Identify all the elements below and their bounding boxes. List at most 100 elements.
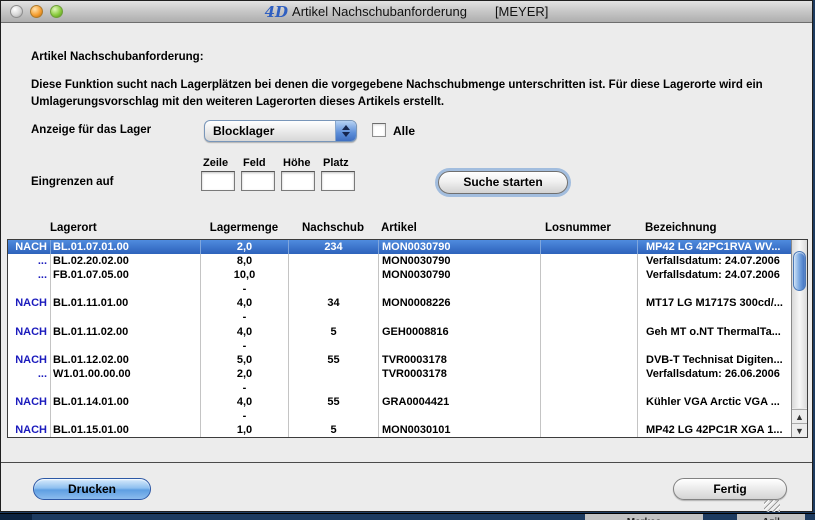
intro-description: Diese Funktion sucht nach Lagerplätzen b… bbox=[31, 77, 793, 112]
titlebar[interactable]: 4D Artikel Nachschubanforderung [MEYER] bbox=[1, 1, 812, 23]
hoehe-input[interactable] bbox=[281, 171, 315, 191]
cell-nachschub bbox=[289, 282, 379, 296]
cell-lagermenge: 4,0 bbox=[201, 296, 289, 310]
drucken-button[interactable]: Drucken bbox=[33, 478, 151, 500]
artikel-column-header: Artikel bbox=[378, 220, 540, 236]
cell-nachschub bbox=[289, 339, 379, 353]
table-body: NACHBL.01.07.01.002,0234MON0030790MP42 L… bbox=[8, 240, 791, 437]
table-row[interactable]: NACHBL.01.07.01.002,0234MON0030790MP42 L… bbox=[8, 240, 791, 254]
scroll-up-arrow-icon[interactable]: ▲ bbox=[792, 409, 807, 423]
fertig-button[interactable]: Fertig bbox=[673, 478, 787, 500]
background-window-block bbox=[0, 514, 32, 520]
table-row[interactable]: NACHBL.01.15.01.001,05MON0030101MP42 LG … bbox=[8, 423, 791, 437]
cell-lagermenge: - bbox=[201, 282, 289, 296]
cell-nachschub: 55 bbox=[289, 353, 379, 367]
window-title: Artikel Nachschubanforderung bbox=[292, 4, 467, 19]
table-row[interactable]: - bbox=[8, 310, 791, 324]
close-button[interactable] bbox=[10, 5, 23, 18]
suche-starten-button[interactable]: Suche starten bbox=[438, 171, 568, 194]
cell-lagerort: BL.01.07.01.00 bbox=[51, 240, 201, 254]
cell-lagerort: BL.01.15.01.00 bbox=[51, 423, 201, 437]
cell-bezeichnung bbox=[638, 409, 791, 423]
cell-artikel: MON0030101 bbox=[379, 423, 541, 437]
intro-heading: Artikel Nachschubanforderung: bbox=[31, 51, 204, 63]
lager-popup-button[interactable]: Blocklager bbox=[204, 120, 357, 142]
cell-bezeichnung: MP42 LG 42PC1R XGA 1... bbox=[638, 423, 791, 437]
platz-input[interactable] bbox=[321, 171, 355, 191]
cell-artikel: MON0008226 bbox=[379, 296, 541, 310]
table-row[interactable]: NACHBL.01.12.02.005,055TVR0003178DVB-T T… bbox=[8, 353, 791, 367]
table-row[interactable]: ...W1.01.00.00.002,0TVR0003178Verfallsda… bbox=[8, 367, 791, 381]
feld-input[interactable] bbox=[241, 171, 275, 191]
lager-popup-value: Blocklager bbox=[205, 121, 335, 141]
cell-losnummer bbox=[541, 367, 638, 381]
cell-lagermenge: 5,0 bbox=[201, 353, 289, 367]
cell-artikel: MON0030790 bbox=[379, 254, 541, 268]
cell-losnummer bbox=[541, 324, 638, 338]
cell-flag: ... bbox=[8, 367, 51, 381]
vertical-scrollbar[interactable]: ▲ ▼ bbox=[791, 240, 807, 437]
background-window-fragment: Markes bbox=[585, 514, 703, 520]
cell-flag: NACH bbox=[8, 324, 51, 338]
cell-lagermenge: - bbox=[201, 381, 289, 395]
table-row[interactable]: - bbox=[8, 282, 791, 296]
table-row[interactable]: NACHBL.01.14.01.004,055GRA0004421Kühler … bbox=[8, 395, 791, 409]
cell-artikel bbox=[379, 282, 541, 296]
cell-losnummer bbox=[541, 409, 638, 423]
minimize-button[interactable] bbox=[30, 5, 43, 18]
losnummer-column-header: Losnummer bbox=[540, 220, 637, 236]
cell-bezeichnung: MP42 LG 42PC1RVA WV... bbox=[638, 240, 791, 254]
table-header: Lagerort Lagermenge Nachschub Artikel Lo… bbox=[7, 220, 792, 236]
cell-lagermenge: 4,0 bbox=[201, 324, 289, 338]
eingrenzen-label: Eingrenzen auf bbox=[31, 176, 113, 188]
cell-flag bbox=[8, 381, 51, 395]
cell-flag bbox=[8, 282, 51, 296]
cell-flag: NACH bbox=[8, 423, 51, 437]
cell-nachschub: 234 bbox=[289, 240, 379, 254]
cell-flag: NACH bbox=[8, 353, 51, 367]
zoom-button[interactable] bbox=[50, 5, 63, 18]
cell-lagerort: FB.01.07.05.00 bbox=[51, 268, 201, 282]
cell-lagerort: BL.01.12.02.00 bbox=[51, 353, 201, 367]
table-row[interactable]: - bbox=[8, 409, 791, 423]
hoehe-label: Höhe bbox=[283, 157, 311, 169]
cell-bezeichnung bbox=[638, 310, 791, 324]
alle-checkbox[interactable] bbox=[372, 123, 386, 137]
cell-artikel: MON0030790 bbox=[379, 268, 541, 282]
scroll-down-arrow-icon[interactable]: ▼ bbox=[792, 423, 807, 437]
scrollbar-thumb[interactable] bbox=[793, 251, 806, 291]
cell-lagermenge: - bbox=[201, 409, 289, 423]
cell-lagermenge: - bbox=[201, 339, 289, 353]
table-row[interactable]: - bbox=[8, 381, 791, 395]
cell-bezeichnung: Verfallsdatum: 26.06.2006 bbox=[638, 367, 791, 381]
table-row[interactable]: ...FB.01.07.05.0010,0MON0030790Verfallsd… bbox=[8, 268, 791, 282]
cell-nachschub: 34 bbox=[289, 296, 379, 310]
lagermenge-column-header: Lagermenge bbox=[200, 220, 288, 236]
results-table: NACHBL.01.07.01.002,0234MON0030790MP42 L… bbox=[7, 239, 808, 438]
table-row[interactable]: NACHBL.01.11.02.004,05GEH0008816Geh MT o… bbox=[8, 324, 791, 338]
screen: 4D Artikel Nachschubanforderung [MEYER] … bbox=[0, 0, 815, 520]
cell-bezeichnung: Kühler VGA Arctic VGA ... bbox=[638, 395, 791, 409]
cell-nachschub: 5 bbox=[289, 324, 379, 338]
cell-losnummer bbox=[541, 395, 638, 409]
cell-losnummer bbox=[541, 240, 638, 254]
cell-lagerort bbox=[51, 339, 201, 353]
platz-label: Platz bbox=[323, 157, 349, 169]
cell-losnummer bbox=[541, 282, 638, 296]
zeile-input[interactable] bbox=[201, 171, 235, 191]
resize-grip[interactable] bbox=[764, 500, 780, 512]
cell-bezeichnung: DVB-T Technisat Digiten... bbox=[638, 353, 791, 367]
zeile-label: Zeile bbox=[203, 157, 228, 169]
cell-flag: ... bbox=[8, 268, 51, 282]
table-row[interactable]: - bbox=[8, 339, 791, 353]
cell-lagerort: BL.02.20.02.00 bbox=[51, 254, 201, 268]
nachschub-column-header: Nachschub bbox=[288, 220, 378, 236]
cell-artikel: TVR0003178 bbox=[379, 367, 541, 381]
flag-column-header bbox=[7, 220, 50, 236]
cell-nachschub bbox=[289, 268, 379, 282]
cell-artikel bbox=[379, 381, 541, 395]
table-row[interactable]: ...BL.02.20.02.008,0MON0030790Verfallsda… bbox=[8, 254, 791, 268]
cell-flag bbox=[8, 310, 51, 324]
table-row[interactable]: NACHBL.01.11.01.004,034MON0008226MT17 LG… bbox=[8, 296, 791, 310]
cell-flag: NACH bbox=[8, 296, 51, 310]
